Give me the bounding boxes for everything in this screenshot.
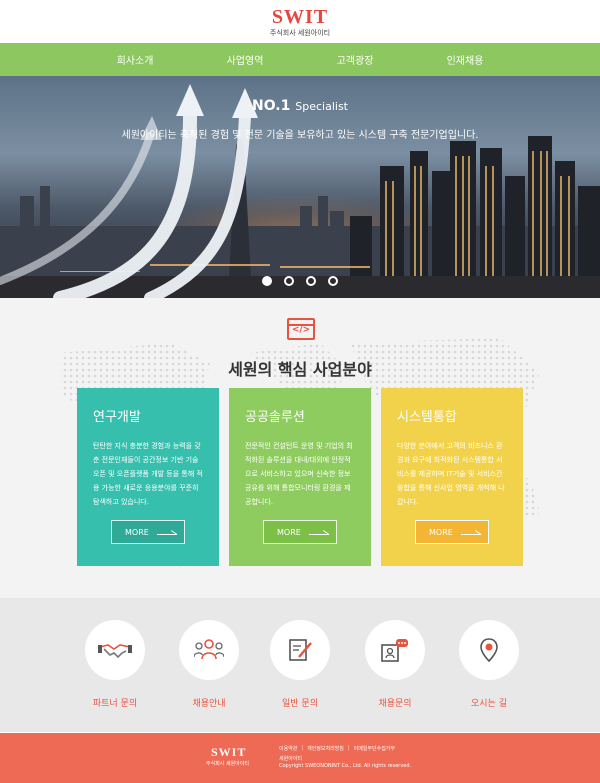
nav-item-company[interactable]: 회사소개	[80, 52, 190, 67]
slider-dot-1[interactable]	[262, 276, 272, 286]
document-pen-icon	[270, 620, 330, 680]
people-icon	[179, 620, 239, 680]
site-footer: SWIT 주식회사 세원아이티 이용약관 | 개인정보처리방침 | 이메일무단수…	[0, 733, 600, 783]
code-icon: </>	[287, 318, 315, 340]
contact-general[interactable]: 일반 문의	[260, 620, 340, 709]
hero-title-specialist: Specialist	[295, 100, 348, 113]
contact-directions[interactable]: 오시는 길	[449, 620, 529, 709]
card-title: 시스템통합	[397, 410, 457, 425]
contact-label: 채용문의	[378, 699, 412, 709]
slider-dot-4[interactable]	[328, 276, 338, 286]
contact-label: 오시는 길	[471, 699, 507, 709]
card-system-integration: 시스템통합 다양한 분야에서 고객의 비즈니스 환경과 요구에 최적화된 시스템…	[381, 388, 523, 566]
hero-description: 세원아이티는 축적된 경험 및 전문 기술을 보유하고 있는 시스템 구축 전문…	[121, 130, 479, 141]
hero-title: NO.1 Specialist	[0, 98, 600, 114]
nav-item-recruit[interactable]: 인재채용	[410, 52, 520, 67]
nav-item-customer[interactable]: 고객광장	[300, 52, 410, 67]
arrow-right-icon	[156, 529, 177, 535]
footer-copyright: Copyright SWEONONINT Co., Ltd. All right…	[279, 763, 412, 769]
id-chat-icon	[365, 620, 425, 680]
card-research: 연구개발 탄탄한 지식 충분한 경험과 능력을 갖춘 전문인재들이 공간정보 기…	[77, 388, 219, 566]
slider-dots	[0, 276, 600, 286]
divider: |	[347, 745, 350, 751]
card-text: 전문적인 컨설턴트 운영 및 기업의 최적화된 솔루션을 대내/대외에 안정적으…	[245, 442, 353, 506]
card-text: 탄탄한 지식 충분한 경험과 능력을 갖춘 전문인재들이 공간정보 기반 기술 …	[93, 442, 203, 506]
more-button[interactable]: MORE	[263, 520, 337, 544]
slider-dot-2[interactable]	[284, 276, 294, 286]
contact-section: 파트너 문의 채용안내 일반 문의 채용문의 오시는 길	[0, 598, 600, 732]
more-button[interactable]: MORE	[415, 520, 489, 544]
contact-label: 파트너 문의	[92, 699, 138, 709]
card-title: 연구개발	[93, 410, 141, 425]
hero-banner: NO.1 Specialist 세원아이티는 축적된 경험 및 전문 기술을 보…	[0, 76, 600, 298]
footer-link-email-policy[interactable]: 이메일무단수집거부	[354, 745, 395, 752]
footer-links: 이용약관 | 개인정보처리방침 | 이메일무단수집거부	[279, 745, 395, 752]
contact-partner[interactable]: 파트너 문의	[75, 620, 155, 709]
section-title: 세원의 핵심 사업분야	[228, 360, 372, 379]
logo-subtitle: 주식회사 세원아이티	[269, 29, 331, 37]
more-button[interactable]: MORE	[111, 520, 185, 544]
core-business-section: </> 세원의 핵심 사업분야 연구개발 탄탄한 지식 충분한 경험과 능력을 …	[0, 298, 600, 598]
contact-label: 일반 문의	[282, 699, 318, 709]
footer-logo[interactable]: SWIT	[211, 745, 246, 760]
site-header: SWIT 주식회사 세원아이티	[0, 0, 600, 43]
slider-dot-3[interactable]	[306, 276, 316, 286]
footer-company: 세원아이티	[279, 756, 303, 762]
main-nav: 회사소개 사업영역 고객광장 인재채용	[0, 43, 600, 76]
footer-link-terms[interactable]: 이용약관	[279, 745, 297, 752]
contact-recruit-inquiry[interactable]: 채용문의	[355, 620, 435, 709]
nav-item-business[interactable]: 사업영역	[190, 52, 300, 67]
footer-link-privacy[interactable]: 개인정보처리방침	[307, 745, 344, 752]
divider: |	[301, 745, 304, 751]
card-text: 다양한 분야에서 고객의 비즈니스 환경과 요구에 최적화된 시스템통합 서비스…	[397, 442, 505, 506]
arrow-right-icon	[308, 529, 329, 535]
footer-logo-subtitle: 주식회사 세원아이티	[206, 761, 249, 767]
logo[interactable]: SWIT	[0, 7, 600, 27]
contact-label: 채용안내	[192, 699, 226, 709]
card-title: 공공솔루션	[245, 410, 305, 425]
arrow-right-icon	[460, 529, 481, 535]
map-pin-icon	[459, 620, 519, 680]
card-public-solution: 공공솔루션 전문적인 컨설턴트 운영 및 기업의 최적화된 솔루션을 대내/대외…	[229, 388, 371, 566]
hero-title-strong: NO.1	[252, 98, 291, 114]
contact-recruit-info[interactable]: 채용안내	[169, 620, 249, 709]
handshake-icon	[85, 620, 145, 680]
